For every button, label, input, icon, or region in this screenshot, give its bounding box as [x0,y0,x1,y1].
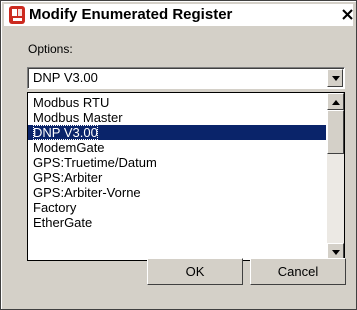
scroll-up-button[interactable] [327,93,344,110]
window-title: Modify Enumerated Register [29,6,233,23]
scroll-up-icon [332,100,340,105]
chevron-down-icon [332,76,340,81]
list-item[interactable]: Modbus RTU [28,95,326,110]
list-item[interactable]: Modbus Master [28,110,326,125]
options-dropdown[interactable]: DNP V3.00 [27,67,345,89]
options-label: Options: [28,42,73,56]
app-icon [9,6,25,24]
list-item[interactable]: GPS:Arbiter-Vorne [28,185,326,200]
list-item[interactable]: GPS:Arbiter [28,170,326,185]
list-scrollbar[interactable] [327,93,344,260]
close-icon[interactable] [340,7,356,23]
list-item-selected[interactable]: DNP V3.00 [28,125,326,140]
list-item[interactable]: EtherGate [28,215,326,230]
ok-button[interactable]: OK [147,258,243,285]
dropdown-selected-value: DNP V3.00 [33,70,98,85]
list-item[interactable]: Factory [28,200,326,215]
list-item[interactable]: GPS:Truetime/Datum [28,155,326,170]
scrollbar-thumb[interactable] [327,110,344,154]
dropdown-button[interactable] [327,69,343,87]
list-item[interactable]: ModemGate [28,140,326,155]
modify-enumerated-register-dialog: Modify Enumerated Register Options: DNP … [0,0,357,310]
title-bar[interactable]: Modify Enumerated Register [4,4,353,27]
scroll-down-icon [332,250,340,255]
options-list[interactable]: Modbus RTU Modbus Master DNP V3.00 Modem… [27,92,345,261]
cancel-button[interactable]: Cancel [250,258,346,285]
